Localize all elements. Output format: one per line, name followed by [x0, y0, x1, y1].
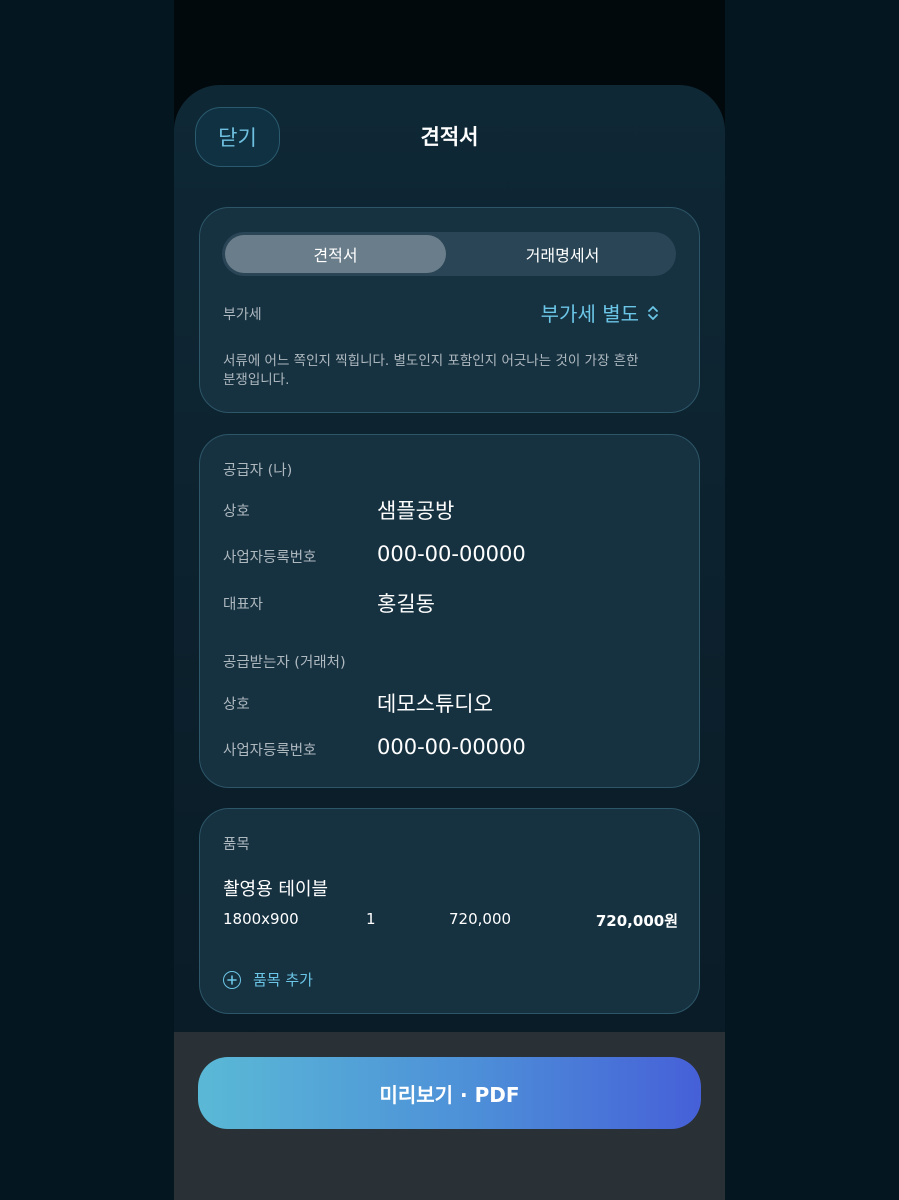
- segment-estimate[interactable]: 견적서: [225, 235, 446, 273]
- phone-screen: 닫기 견적서 견적서 거래명세서 부가세 부가세 별도 서류에 어느 쪽인지 찍…: [174, 0, 725, 1200]
- supplier-name-label: 상호: [223, 504, 250, 520]
- vat-select[interactable]: 부가세 별도: [541, 298, 659, 327]
- item-qty: 1: [366, 910, 376, 928]
- customer-bizno-value[interactable]: 000-00-00000: [377, 735, 526, 759]
- vat-select-value: 부가세 별도: [540, 302, 639, 326]
- customer-section-title: 공급받는자 (거래처): [223, 655, 346, 671]
- items-section-title: 품목: [223, 837, 250, 853]
- list-item[interactable]: 1800x900 1 720,000 720,000원: [223, 910, 678, 932]
- supplier-name-value[interactable]: 샘플공방: [377, 495, 454, 525]
- item-name[interactable]: 촬영용 테이블: [223, 875, 328, 901]
- supplier-rep-value[interactable]: 홍길동: [377, 588, 435, 618]
- vat-label: 부가세: [223, 307, 262, 323]
- vat-card: 견적서 거래명세서 부가세 부가세 별도 서류에 어느 쪽인지 찍힙니다. 별도…: [199, 207, 700, 413]
- vat-description: 서류에 어느 쪽인지 찍힙니다. 별도인지 포함인지 어긋나는 것이 가장 흔한…: [223, 353, 639, 388]
- item-unit-price: 720,000: [449, 910, 512, 928]
- segment-statement[interactable]: 거래명세서: [452, 235, 673, 273]
- customer-name-value[interactable]: 데모스튜디오: [377, 688, 493, 718]
- add-item-label: 품목 추가: [253, 971, 313, 989]
- items-card: 품목 촬영용 테이블 1800x900 1 720,000 720,000원 품…: [199, 808, 700, 1014]
- supplier-bizno-value[interactable]: 000-00-00000: [377, 542, 526, 566]
- page-title: 견적서: [420, 125, 479, 149]
- chevron-up-down-icon: [647, 304, 659, 322]
- doc-type-segmented-control: 견적서 거래명세서: [222, 232, 676, 276]
- preview-pdf-button[interactable]: 미리보기 · PDF: [198, 1057, 701, 1129]
- parties-card: 공급자 (나) 상호 샘플공방 사업자등록번호 000-00-00000 대표자…: [199, 434, 700, 788]
- customer-bizno-label: 사업자등록번호: [223, 743, 317, 759]
- supplier-rep-label: 대표자: [223, 597, 264, 613]
- add-item-button[interactable]: 품목 추가: [223, 969, 313, 990]
- supplier-section-title: 공급자 (나): [223, 463, 293, 479]
- plus-circle-icon: [223, 970, 241, 989]
- supplier-bizno-label: 사업자등록번호: [223, 550, 317, 566]
- item-spec: 1800x900: [223, 910, 299, 928]
- item-total: 720,000원: [595, 912, 678, 930]
- customer-name-label: 상호: [223, 697, 250, 713]
- bottom-bar: 미리보기 · PDF: [174, 1032, 725, 1200]
